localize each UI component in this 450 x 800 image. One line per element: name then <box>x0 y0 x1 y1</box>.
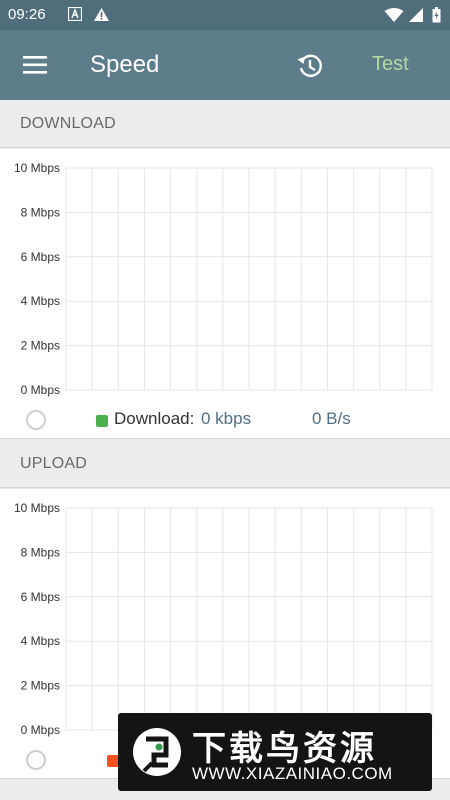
page-title: Speed <box>90 51 160 78</box>
download-chart: 10 Mbps 8 Mbps 6 Mbps 4 Mbps 2 Mbps 0 Mbps <box>14 161 433 397</box>
bird-logo-icon <box>133 728 181 776</box>
hamburger-menu-icon[interactable] <box>18 50 52 80</box>
signal-icon <box>409 8 423 22</box>
watermark-url: WWW.XIAZAINIAO.COM <box>192 764 393 783</box>
download-chart-panel: 10 Mbps 8 Mbps 6 Mbps 4 Mbps 2 Mbps 0 Mbps Do… <box>0 149 450 439</box>
download-rate-bytes: 0 B/s <box>312 409 351 428</box>
font-icon <box>68 7 82 21</box>
wifi-icon <box>384 8 404 22</box>
upload-y-tick-label: 2 Mbps <box>21 679 60 693</box>
download-y-tick-label: 2 Mbps <box>21 339 60 353</box>
watermark-banner: 下载鸟资源 WWW.XIAZAINIAO.COM <box>118 713 432 791</box>
download-y-tick-label: 4 Mbps <box>21 294 60 308</box>
status-time: 09:26 <box>8 6 46 23</box>
upload-section-header: UPLOAD <box>0 440 450 488</box>
download-y-tick-label: 0 Mbps <box>21 383 60 397</box>
upload-y-tick-label: 6 Mbps <box>21 590 60 604</box>
upload-y-tick-label: 8 Mbps <box>21 545 60 559</box>
test-button[interactable]: Test <box>372 53 409 76</box>
app-bar: Speed Test <box>0 30 450 100</box>
download-y-tick-label: 10 Mbps <box>14 161 60 175</box>
upload-y-tick-label: 4 Mbps <box>21 634 60 648</box>
status-bar: 09:26 <box>0 0 450 30</box>
download-legend-swatch <box>96 415 108 427</box>
warning-icon <box>94 8 109 21</box>
download-section-title: DOWNLOAD <box>20 115 116 132</box>
download-section-header: DOWNLOAD <box>0 100 450 148</box>
download-legend-label: Download: <box>114 409 195 428</box>
upload-y-tick-label: 10 Mbps <box>14 501 60 515</box>
upload-chart: 10 Mbps 8 Mbps 6 Mbps 4 Mbps 2 Mbps 0 Mbps <box>14 501 433 737</box>
download-rate-kbps: 0 kbps <box>201 409 252 428</box>
download-legend: Download: 0 kbps 0 B/s <box>0 405 450 435</box>
download-y-tick-label: 6 Mbps <box>21 250 60 264</box>
battery-icon <box>432 7 441 23</box>
history-icon[interactable] <box>294 50 326 82</box>
download-y-tick-label: 8 Mbps <box>21 205 60 219</box>
download-radio-button[interactable] <box>26 410 46 430</box>
upload-y-tick-label: 0 Mbps <box>21 723 60 737</box>
upload-section-title: UPLOAD <box>20 455 87 472</box>
upload-radio-button[interactable] <box>26 750 46 770</box>
watermark-chinese-text: 下载鸟资源 <box>192 729 377 769</box>
